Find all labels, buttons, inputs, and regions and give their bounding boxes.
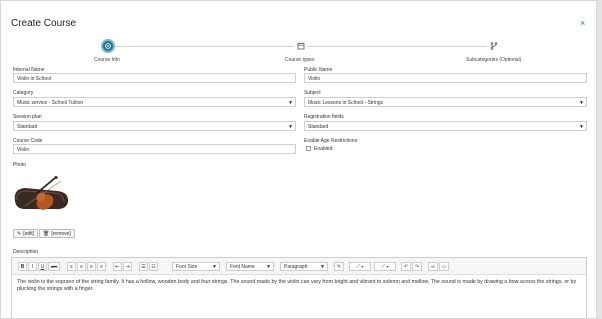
age-restrictions-checkbox[interactable] bbox=[306, 146, 311, 151]
chevron-down-icon: ▼ bbox=[579, 124, 584, 130]
subject-label: Subject bbox=[304, 90, 321, 96]
modal-title: Create Course bbox=[11, 18, 77, 29]
step-label-course-types: Course types bbox=[285, 57, 315, 63]
chevron-down-icon: ▼ bbox=[212, 264, 217, 270]
photo-label: Photo bbox=[13, 162, 27, 168]
pencil-icon: ✎ bbox=[17, 230, 22, 237]
category-label: Category bbox=[13, 90, 34, 96]
align-left-icon[interactable]: ≡ bbox=[67, 262, 76, 271]
create-course-modal: Create Course × Course Info Course types… bbox=[0, 0, 597, 319]
registration-fields-value: Standard bbox=[308, 124, 329, 130]
numbered-list-icon[interactable]: ☰ bbox=[139, 262, 148, 271]
font-size-label: Font Size bbox=[176, 264, 198, 270]
age-restrictions-label: Enable Age Restrictions bbox=[304, 138, 358, 144]
bold-button[interactable]: B bbox=[18, 262, 27, 271]
category-value: Music service - School Tuition bbox=[17, 100, 84, 106]
font-name-label: Font Name bbox=[230, 264, 255, 270]
internal-name-field[interactable]: Violin in School bbox=[13, 73, 296, 83]
font-size-select[interactable]: Font Size ▼ bbox=[172, 262, 220, 271]
page-scrollbar[interactable] bbox=[597, 0, 602, 319]
source-code-icon[interactable]: ◇ bbox=[439, 262, 449, 271]
registration-fields-select[interactable]: Standard ▼ bbox=[304, 121, 587, 131]
step-course-info-icon[interactable] bbox=[101, 39, 115, 53]
course-code-field[interactable]: Violin bbox=[13, 144, 296, 154]
photo-edit-label: [edit] bbox=[23, 230, 35, 237]
editor-toolbar: B I U abc ≡ ≡ ≡ ≡ ⇤ ⇥ ☰ ☷ Font Size ▼ Fon… bbox=[12, 258, 586, 275]
description-text[interactable]: The violin is the soprano of the string … bbox=[17, 279, 582, 293]
chevron-down-icon: ▼ bbox=[320, 264, 325, 270]
internal-name-value: Violin in School bbox=[17, 76, 52, 82]
subject-value: Music Lessons in School - Strings bbox=[308, 100, 384, 106]
strikethrough-button[interactable]: abc bbox=[48, 262, 60, 271]
public-name-field[interactable]: Violin bbox=[304, 73, 587, 83]
italic-button[interactable]: I bbox=[28, 262, 37, 271]
bullet-list-icon[interactable]: ☷ bbox=[149, 262, 158, 271]
align-justify-icon[interactable]: ≡ bbox=[97, 262, 106, 271]
session-plan-value: Standard bbox=[17, 124, 38, 130]
align-center-icon[interactable]: ≡ bbox=[77, 262, 86, 271]
category-select[interactable]: Music service - School Tuition ▼ bbox=[13, 97, 296, 107]
step-subcategories-icon[interactable] bbox=[487, 39, 501, 53]
chevron-down-icon: ▼ bbox=[288, 124, 293, 130]
course-code-value: Violin bbox=[17, 147, 30, 153]
clear-format-icon[interactable]: ✎ bbox=[334, 262, 344, 271]
photo-edit-button[interactable]: ✎ [edit] bbox=[13, 229, 39, 238]
indent-icon[interactable]: ⇥ bbox=[123, 262, 132, 271]
format-select[interactable]: Paragraph ▼ bbox=[280, 262, 328, 271]
description-label: Description bbox=[13, 249, 39, 255]
trash-icon: 🗑 bbox=[43, 230, 50, 237]
photo-remove-label: [remove] bbox=[51, 230, 71, 237]
text-color-icon[interactable]: ⟋ ▾ bbox=[349, 262, 371, 271]
background-color-icon[interactable]: ⟋ ▾ bbox=[374, 262, 396, 271]
age-restrictions-checkbox-label: Enabled bbox=[314, 146, 333, 152]
step-label-course-info: Course Info bbox=[94, 57, 120, 63]
font-name-select[interactable]: Font Name ▼ bbox=[226, 262, 274, 271]
chevron-down-icon: ▼ bbox=[579, 100, 584, 106]
underline-button[interactable]: U bbox=[38, 262, 47, 271]
chevron-down-icon: ▼ bbox=[266, 264, 271, 270]
link-icon[interactable]: ∞ bbox=[428, 262, 438, 271]
photo-remove-button[interactable]: 🗑 [remove] bbox=[39, 229, 75, 238]
format-label: Paragraph bbox=[284, 264, 308, 270]
step-label-subcategories: Subcategories (Optional) bbox=[466, 57, 522, 63]
session-plan-label: Session plan bbox=[13, 114, 42, 120]
align-right-icon[interactable]: ≡ bbox=[87, 262, 96, 271]
violin-photo bbox=[11, 175, 71, 215]
registration-fields-label: Registration fields bbox=[304, 114, 344, 120]
close-icon[interactable]: × bbox=[580, 18, 585, 28]
chevron-down-icon: ▼ bbox=[288, 100, 293, 106]
session-plan-select[interactable]: Standard ▼ bbox=[13, 121, 296, 131]
description-editor[interactable]: B I U abc ≡ ≡ ≡ ≡ ⇤ ⇥ ☰ ☷ Font Size ▼ Fon… bbox=[11, 257, 587, 318]
step-course-types-icon[interactable] bbox=[294, 39, 308, 53]
redo-icon[interactable]: ↷ bbox=[412, 262, 422, 271]
undo-icon[interactable]: ↶ bbox=[401, 262, 411, 271]
subject-select[interactable]: Music Lessons in School - Strings ▼ bbox=[304, 97, 587, 107]
outdent-icon[interactable]: ⇤ bbox=[113, 262, 122, 271]
public-name-value: Violin bbox=[308, 76, 321, 82]
